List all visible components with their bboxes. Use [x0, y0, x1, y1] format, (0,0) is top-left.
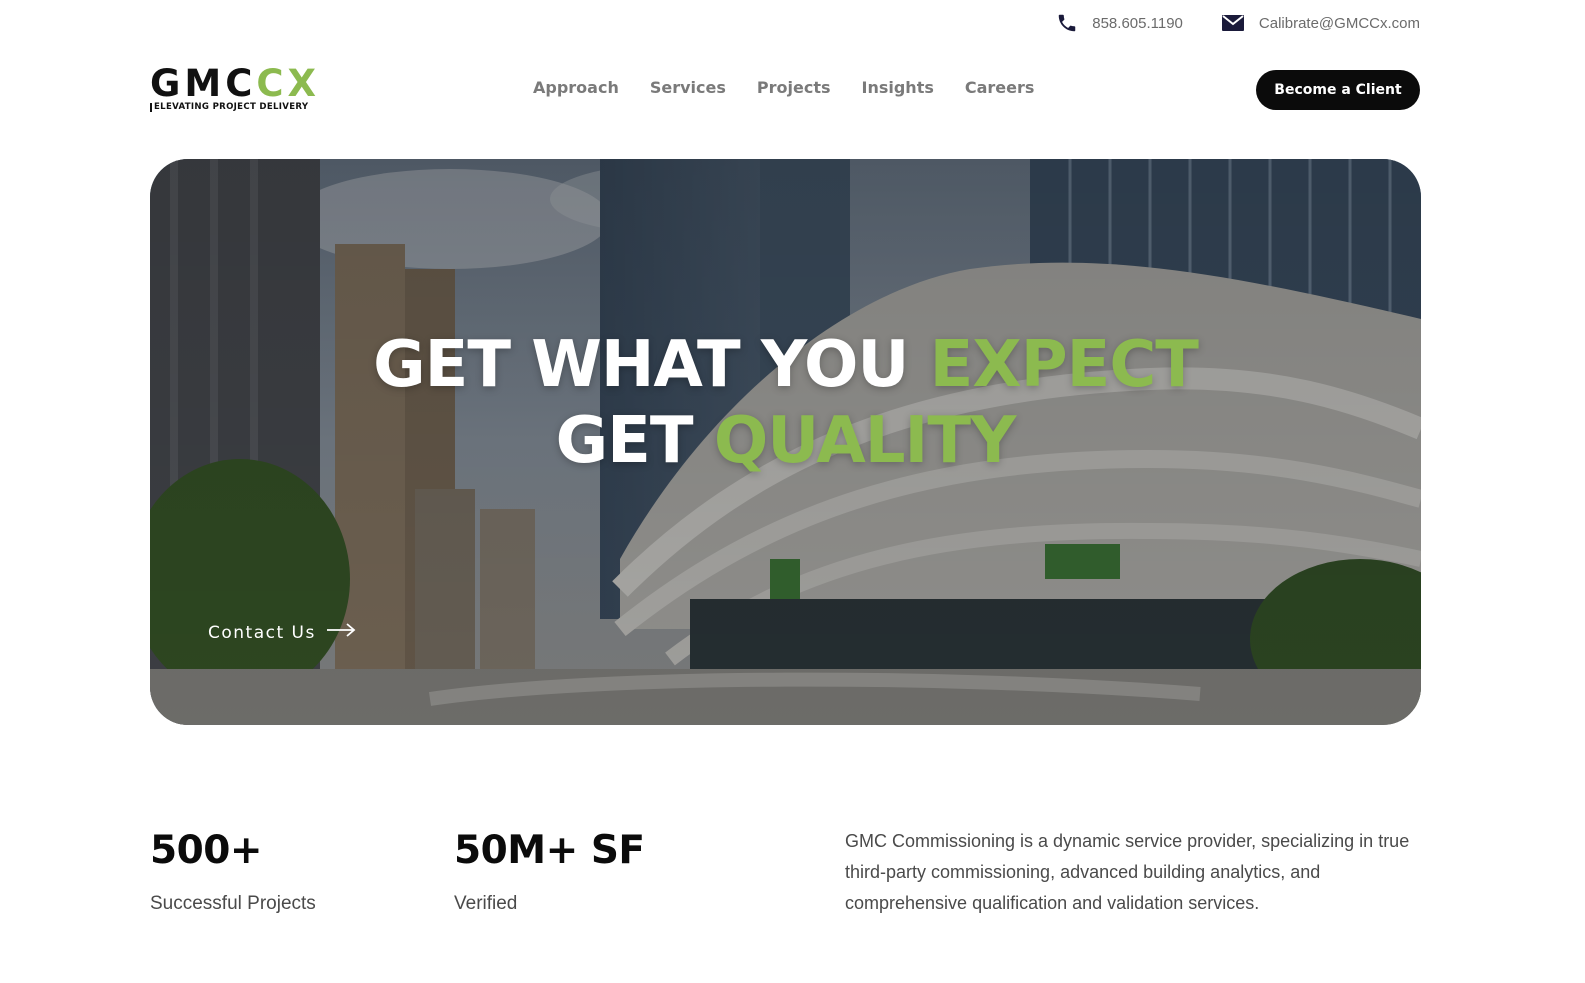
nav-item-services[interactable]: Services	[650, 78, 726, 97]
arrow-right-icon	[326, 622, 356, 643]
nav-item-insights[interactable]: Insights	[862, 78, 934, 97]
logo-gmc: GMC	[150, 62, 257, 105]
become-client-button[interactable]: Become a Client	[1256, 70, 1420, 110]
phone-number[interactable]: 858.605.1190	[1092, 15, 1183, 32]
hero-banner: GET WHAT YOU EXPECT GET QUALITY Contact …	[150, 159, 1421, 725]
main-nav: Approach Services Projects Insights Care…	[533, 78, 1034, 97]
nav-item-approach[interactable]: Approach	[533, 78, 619, 97]
hero-line1: GET WHAT YOU EXPECT	[373, 328, 1199, 402]
hero-line1-accent: EXPECT	[929, 328, 1199, 402]
nav-item-careers[interactable]: Careers	[965, 78, 1035, 97]
hero-title: GET WHAT YOU EXPECT GET QUALITY	[150, 327, 1421, 479]
phone-icon	[1056, 12, 1078, 34]
about-paragraph: GMC Commissioning is a dynamic service p…	[845, 831, 1410, 913]
contact-bar: 858.605.1190 Calibrate@GMCCx.com	[1056, 12, 1420, 34]
email-address[interactable]: Calibrate@GMCCx.com	[1259, 15, 1420, 32]
mail-icon	[1221, 14, 1245, 32]
stat-label: Successful Projects	[150, 893, 316, 914]
hero-line1-white: GET WHAT YOU	[373, 328, 930, 402]
hero-line2: GET QUALITY	[555, 404, 1017, 478]
logo-cx: CX	[256, 62, 321, 105]
nav-item-projects[interactable]: Projects	[757, 78, 831, 97]
contact-us-link[interactable]: Contact Us	[208, 622, 356, 643]
logo-tagline: ELEVATING PROJECT DELIVERY	[150, 103, 330, 112]
phone-contact[interactable]: 858.605.1190	[1056, 12, 1183, 34]
site-header: GMCCX ELEVATING PROJECT DELIVERY Approac…	[150, 65, 1420, 112]
logo-mark: GMCCX	[150, 65, 330, 102]
contact-us-label: Contact Us	[208, 622, 316, 643]
hero-line2-white: GET	[555, 404, 714, 478]
stat-projects: 500+ Successful Projects	[150, 828, 316, 915]
hero-line2-accent: QUALITY	[713, 404, 1017, 478]
email-contact[interactable]: Calibrate@GMCCx.com	[1221, 14, 1420, 32]
stat-value: 50M+ SF	[454, 828, 645, 873]
stat-label: Verified	[454, 893, 518, 914]
stat-square-feet: 50M+ SF Verified	[454, 828, 645, 915]
logo[interactable]: GMCCX ELEVATING PROJECT DELIVERY	[150, 65, 330, 112]
stat-value: 500+	[150, 828, 263, 873]
